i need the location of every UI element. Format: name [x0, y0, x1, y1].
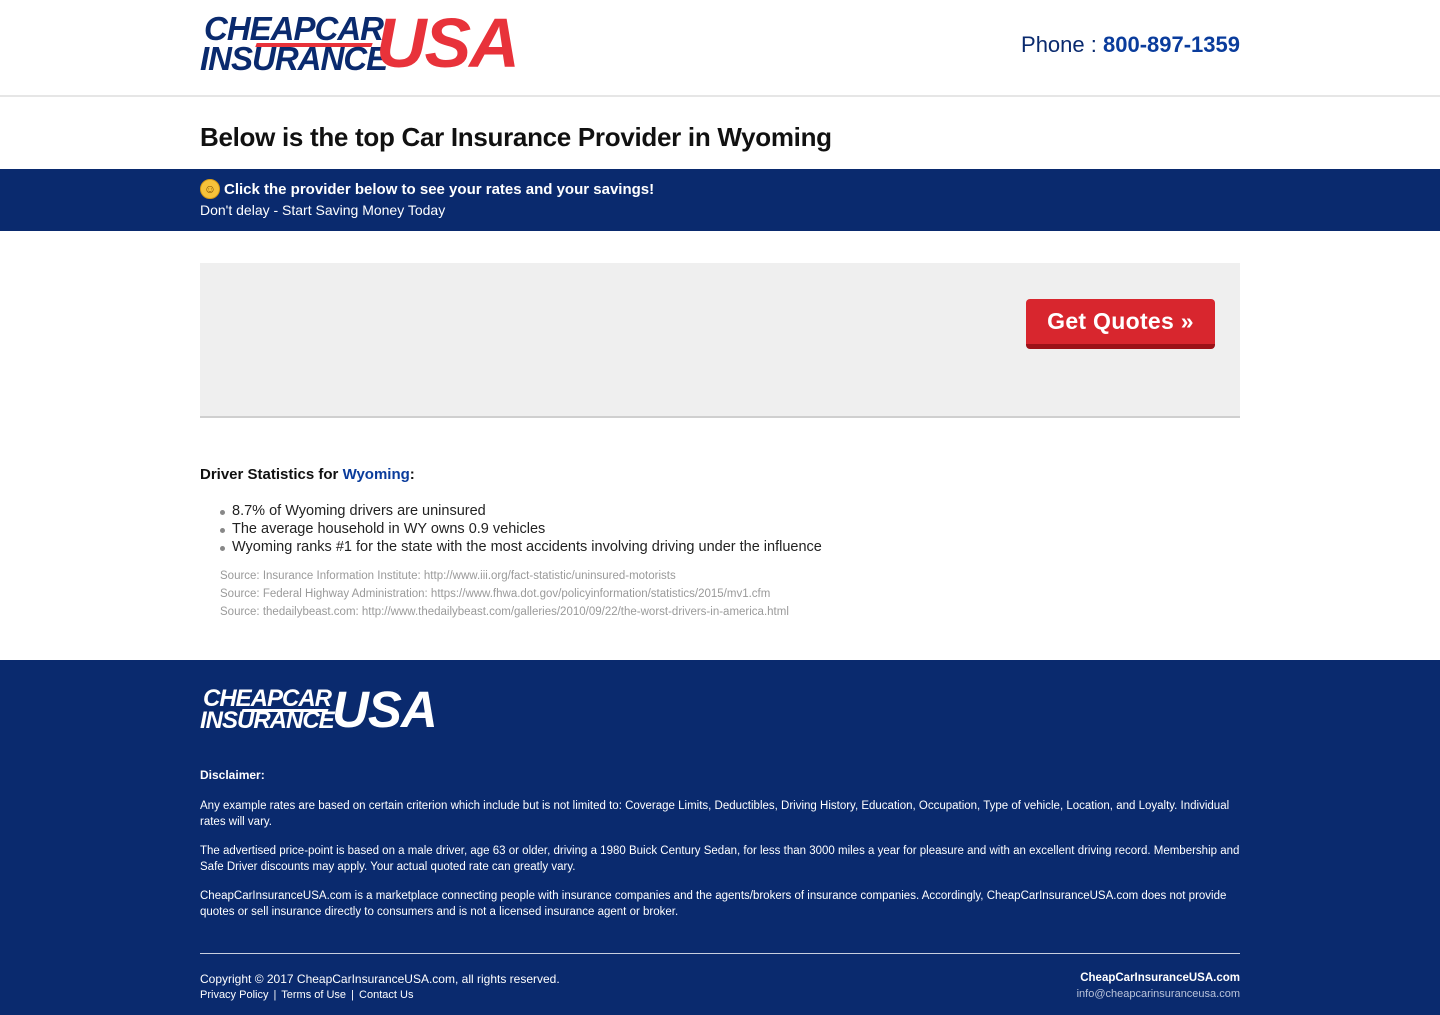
footer-email-link[interactable]: info@cheapcarinsuranceusa.com [1077, 988, 1240, 1000]
phone-contact: Phone : 800-897-1359 [1021, 32, 1240, 58]
footer-logo-line2: INSURANCE [200, 707, 335, 734]
footer-links: Privacy Policy | Terms of Use | Contact … [200, 989, 413, 1001]
provider-card: Get Quotes » [200, 263, 1240, 418]
list-item: The average household in WY owns 0.9 veh… [218, 520, 822, 538]
link-separator: | [351, 989, 354, 1001]
site-logo[interactable]: CHEAPCAR INSURANCE USA [200, 4, 522, 82]
list-item: Wyoming ranks #1 for the state with the … [218, 538, 822, 556]
privacy-policy-link[interactable]: Privacy Policy [200, 989, 268, 1001]
stats-title: Driver Statistics for Wyoming: [200, 466, 415, 483]
source-item: Source: Federal Highway Administration: … [220, 588, 771, 600]
copyright-text: Copyright © 2017 CheapCarInsuranceUSA.co… [200, 972, 560, 986]
stats-state-link[interactable]: Wyoming [343, 466, 410, 483]
contact-us-link[interactable]: Contact Us [359, 989, 413, 1001]
hugging-face-emoji-icon: ☺ [200, 179, 220, 199]
logo-line2: INSURANCE [200, 40, 388, 77]
cta-banner: ☺ Click the provider below to see your r… [0, 169, 1440, 231]
disclaimer-title: Disclaimer: [200, 768, 265, 782]
phone-number-link[interactable]: 800-897-1359 [1103, 32, 1240, 57]
cta-subline: Don't delay - Start Saving Money Today [200, 202, 446, 218]
phone-label: Phone : [1021, 32, 1097, 57]
cta-headline: ☺ Click the provider below to see your r… [200, 179, 654, 199]
disclaimer-paragraph: The advertised price-point is based on a… [200, 845, 1240, 873]
logo-usa: USA [376, 4, 520, 82]
page-title: Below is the top Car Insurance Provider … [200, 122, 832, 152]
source-item: Source: Insurance Information Institute:… [220, 570, 676, 582]
footer-divider [200, 953, 1240, 954]
source-item: Source: thedailybeast.com: http://www.th… [220, 606, 789, 618]
site-header: CHEAPCAR INSURANCE USA Phone : 800-897-1… [0, 0, 1440, 97]
link-separator: | [273, 989, 277, 1001]
list-item: 8.7% of Wyoming drivers are uninsured [218, 502, 822, 520]
disclaimer-paragraph: CheapCarInsuranceUSA.com is a marketplac… [200, 890, 1227, 918]
disclaimer-paragraph: Any example rates are based on certain c… [200, 800, 1230, 828]
footer-logo-usa: USA [332, 681, 438, 738]
cta-headline-text: Click the provider below to see your rat… [224, 180, 655, 198]
site-footer: CHEAPCAR INSURANCE USA Disclaimer: Any e… [0, 660, 1440, 1015]
stats-list: 8.7% of Wyoming drivers are uninsured Th… [218, 502, 822, 556]
stats-title-suffix: : [409, 466, 415, 483]
footer-logo[interactable]: CHEAPCAR INSURANCE USA [200, 681, 445, 738]
get-quotes-button[interactable]: Get Quotes » [1026, 299, 1215, 349]
terms-of-use-link[interactable]: Terms of Use [281, 989, 346, 1001]
stats-title-prefix: Driver Statistics for [200, 466, 339, 483]
sources-list: Source: Insurance Information Institute:… [220, 567, 789, 621]
footer-site-name: CheapCarInsuranceUSA.com [1080, 972, 1240, 984]
